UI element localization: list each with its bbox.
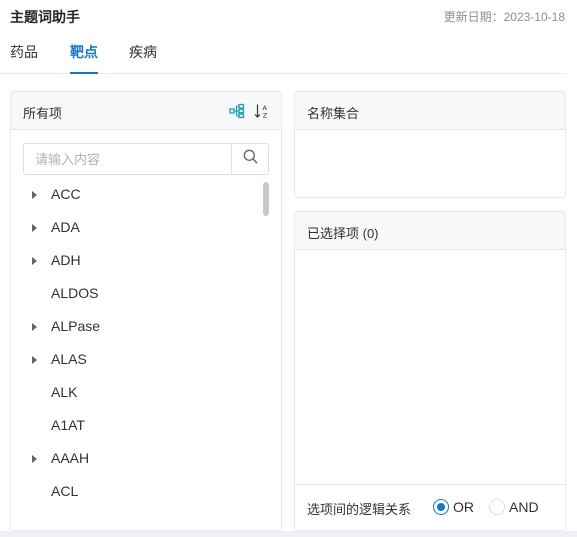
name-set-panel: 名称集合 [294,91,566,198]
update-date: 更新日期：2023-10-18 [443,10,565,24]
list-item-label: ADH [51,252,81,268]
list-item-label: AAAH [51,450,90,466]
tab-bar: 药品 靶点 疾病 [0,34,567,74]
list-item[interactable]: A1AT [11,409,269,442]
bottom-strip [0,531,577,537]
caret-right-icon[interactable] [32,323,37,331]
list-item[interactable]: ADA [11,211,269,244]
list-item-label: ADA [51,219,80,235]
list-item[interactable]: ACC [11,178,269,211]
list-item[interactable]: ALDOS [11,277,269,310]
list-item[interactable]: ACL [11,475,269,508]
tab-drugs[interactable]: 药品 [10,43,38,74]
search-input[interactable] [24,144,232,174]
name-set-title: 名称集合 [307,106,360,121]
list-item-label: ACL [51,483,79,499]
list-item-label: A1AT [51,417,85,433]
list-item[interactable]: AAAH [11,442,269,475]
radio-and[interactable]: AND [489,498,545,516]
sort-alpha-icon[interactable]: A Z [254,103,270,120]
list-item[interactable]: ADH [11,244,269,277]
header: 主题词助手 更新日期：2023-10-18 [0,0,577,34]
all-items-title: 所有项 [23,106,63,121]
radio-or[interactable]: OR [433,498,477,516]
list-item[interactable]: ALAS [11,343,269,376]
caret-right-icon[interactable] [32,224,37,232]
list-item-label: ALAS [51,351,87,367]
all-items-header: 所有项 A Z [11,92,281,130]
name-set-header: 名称集合 [295,92,565,130]
tab-diseases[interactable]: 疾病 [129,43,157,74]
logic-relation-label: 选项间的逻辑关系 [307,502,412,517]
list-item-label: ALPase [51,318,101,334]
all-items-panel: 所有项 A Z 请输入内容 ACC ADA ADH ALDOS ALPase A… [10,91,282,531]
selected-items-panel: 已选择项 (0) 选项间的逻辑关系 OR AND [294,211,566,531]
list-item-label: ACC [51,186,81,202]
svg-text:Z: Z [263,112,268,120]
item-list: ACC ADA ADH ALDOS ALPase ALAS ALK A1AT A… [11,178,269,508]
search-box [23,143,269,175]
search-button[interactable] [231,144,268,174]
list-item-label: ALDOS [51,285,99,301]
list-item[interactable]: ALPase [11,310,269,343]
caret-right-icon[interactable] [32,191,37,199]
tree-structure-icon[interactable] [229,103,245,119]
selected-items-header: 已选择项 (0) [295,212,565,250]
list-scrollbar[interactable] [263,182,269,216]
logic-relation-bar: 选项间的逻辑关系 OR AND [295,484,565,530]
search-icon [243,149,258,169]
selected-items-title: 已选择项 (0) [307,226,379,241]
caret-right-icon[interactable] [32,356,37,364]
app-title: 主题词助手 [10,9,80,25]
radio-checked-icon[interactable] [433,499,449,515]
caret-right-icon[interactable] [32,257,37,265]
caret-right-icon[interactable] [32,455,37,463]
radio-unchecked-icon[interactable] [489,499,505,515]
tab-targets[interactable]: 靶点 [70,43,98,74]
list-item[interactable]: ALK [11,376,269,409]
radio-and-label[interactable]: AND [509,499,539,515]
radio-or-label[interactable]: OR [453,499,474,515]
list-item-label: ALK [51,384,78,400]
